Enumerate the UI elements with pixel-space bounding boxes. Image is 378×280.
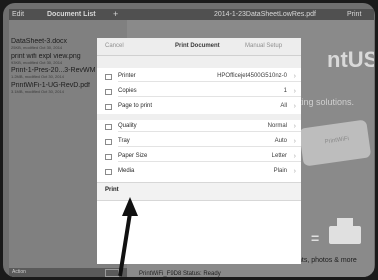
tray-icon [105, 139, 112, 145]
manual-setup-button[interactable]: Manual Setup [245, 38, 282, 55]
row-value: All [280, 103, 287, 109]
row-value: Plain [273, 168, 287, 174]
dialog-header: Cancel Print Document Manual Setup [97, 38, 301, 56]
current-file-title: 2014-1-23DataSheetLowRes.pdf [214, 11, 316, 18]
print-action-button[interactable]: Print [105, 187, 119, 193]
wifi-status: PrintWiFi_F9D8 Status: Ready [139, 271, 221, 277]
printer-icon [105, 74, 112, 80]
copies-row[interactable]: Copies 1 › [97, 86, 301, 97]
top-bar: Edit Document List + 2014-1-23DataSheetL… [9, 9, 374, 20]
cancel-button[interactable]: Cancel [105, 38, 124, 55]
dialog-title: Print Document [175, 43, 220, 49]
quality-row[interactable]: Quality Normal › [97, 121, 301, 132]
page-to-print-row[interactable]: Page to print All › [97, 101, 301, 112]
device-frame: Edit Document List + 2014-1-23DataSheetL… [3, 3, 375, 277]
print-action-row[interactable]: Print [97, 182, 301, 201]
equals-sign: = [311, 230, 320, 246]
edit-button[interactable]: Edit [12, 9, 24, 20]
action-label[interactable]: Action [12, 268, 26, 277]
screen: Edit Document List + 2014-1-23DataSheetL… [9, 9, 374, 277]
chevron-right-icon: › [293, 168, 296, 175]
chevron-right-icon: › [293, 103, 296, 110]
row-label: Page to print [118, 103, 153, 109]
left-footer-bar: Action [9, 268, 127, 277]
tray-row[interactable]: Tray Auto › [97, 136, 301, 147]
document-list-title: Document List [47, 11, 96, 18]
printer-icon [329, 218, 361, 244]
section-spacer [97, 114, 301, 120]
copies-icon [105, 89, 112, 95]
add-button[interactable]: + [113, 9, 118, 20]
device-logo: PrintWiFi [324, 136, 350, 146]
quality-icon [105, 124, 112, 130]
print-button[interactable]: Print [347, 9, 361, 20]
media-icon [105, 169, 112, 175]
row-label: Media [118, 168, 135, 174]
paper-size-row[interactable]: Paper Size Letter › [97, 151, 301, 162]
print-dialog: Cancel Print Document Manual Setup Print… [97, 38, 301, 264]
header-spacer [97, 56, 301, 68]
media-row[interactable]: Media Plain › [97, 166, 301, 177]
brand-logo: ntUSB® [327, 47, 374, 72]
printer-row[interactable]: Printer HPOfficejet4500G510nz-0 › [97, 71, 301, 82]
footer-button[interactable] [105, 269, 119, 277]
brand-tagline: ting solutions. [299, 97, 355, 107]
paper-icon [105, 154, 112, 160]
page-icon [105, 104, 112, 110]
